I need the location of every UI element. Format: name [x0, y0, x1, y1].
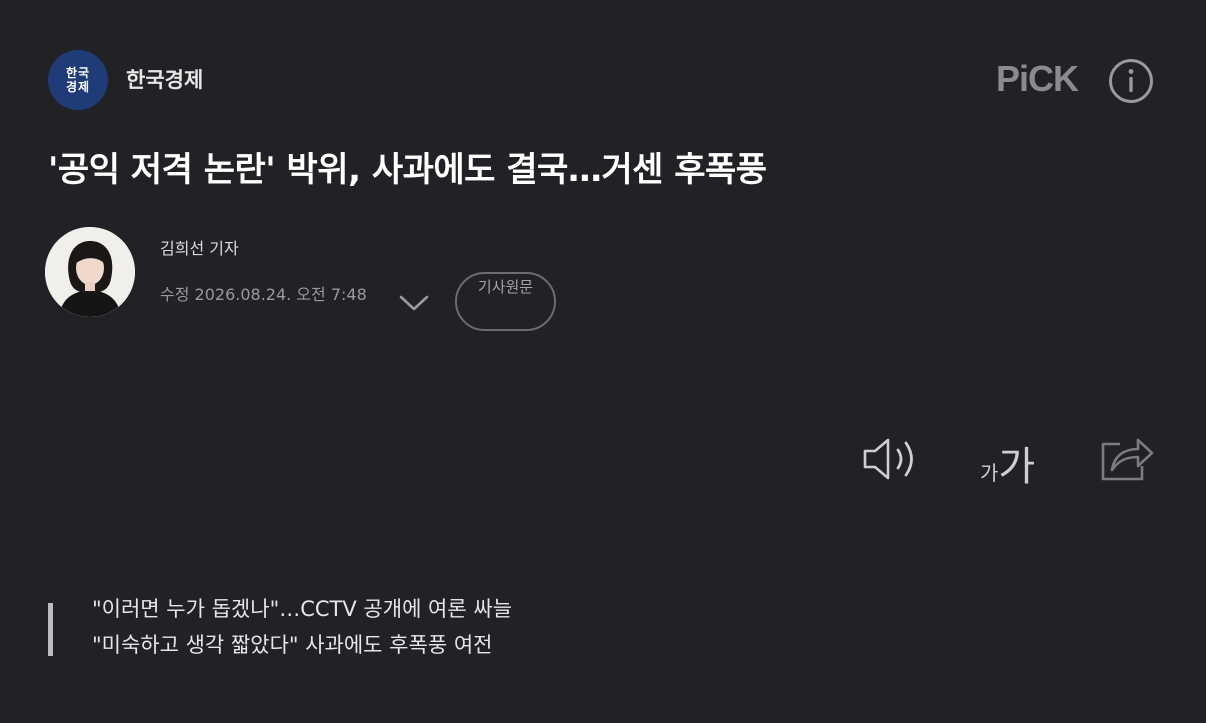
- summary-bar: [48, 603, 53, 656]
- press-logo-line2: 경제: [65, 80, 91, 94]
- press-logo[interactable]: 한국 경제: [48, 50, 108, 110]
- press-logo-line1: 한국: [65, 66, 91, 80]
- pick-badge: PiCK: [996, 58, 1079, 99]
- press-name[interactable]: 한국경제: [126, 64, 203, 94]
- original-article-button[interactable]: 기사원문: [455, 272, 556, 331]
- summary-line: "미숙하고 생각 짧았다" 사과에도 후폭풍 여전: [92, 633, 493, 657]
- font-big-glyph: 가: [998, 444, 1036, 490]
- headline: '공익 저격 논란' 박위, 사과에도 결국…거센 후폭풍: [48, 150, 767, 190]
- reporter-name[interactable]: 김희선 기자: [160, 235, 239, 259]
- modified-date: 수정 2026.08.24. 오전 7:48: [160, 285, 367, 304]
- info-icon[interactable]: [1108, 58, 1154, 104]
- speaker-icon[interactable]: [860, 434, 924, 484]
- chevron-down-icon[interactable]: [398, 293, 430, 313]
- font-small-glyph: 가: [980, 461, 999, 485]
- article-page: 한국 경제 한국경제 PiCK '공익 저격 논란' 박위, 사과에도 결국…거…: [0, 0, 1206, 723]
- reporter-avatar[interactable]: [45, 227, 135, 317]
- summary-line: "이러면 누가 돕겠나"…CCTV 공개에 여론 싸늘: [92, 597, 513, 621]
- summary: "이러면 누가 돕겠나"…CCTV 공개에 여론 싸늘 "미숙하고 생각 짧았다…: [92, 591, 512, 663]
- font-size-icon[interactable]: 가가: [980, 434, 1035, 490]
- share-icon[interactable]: [1098, 430, 1156, 484]
